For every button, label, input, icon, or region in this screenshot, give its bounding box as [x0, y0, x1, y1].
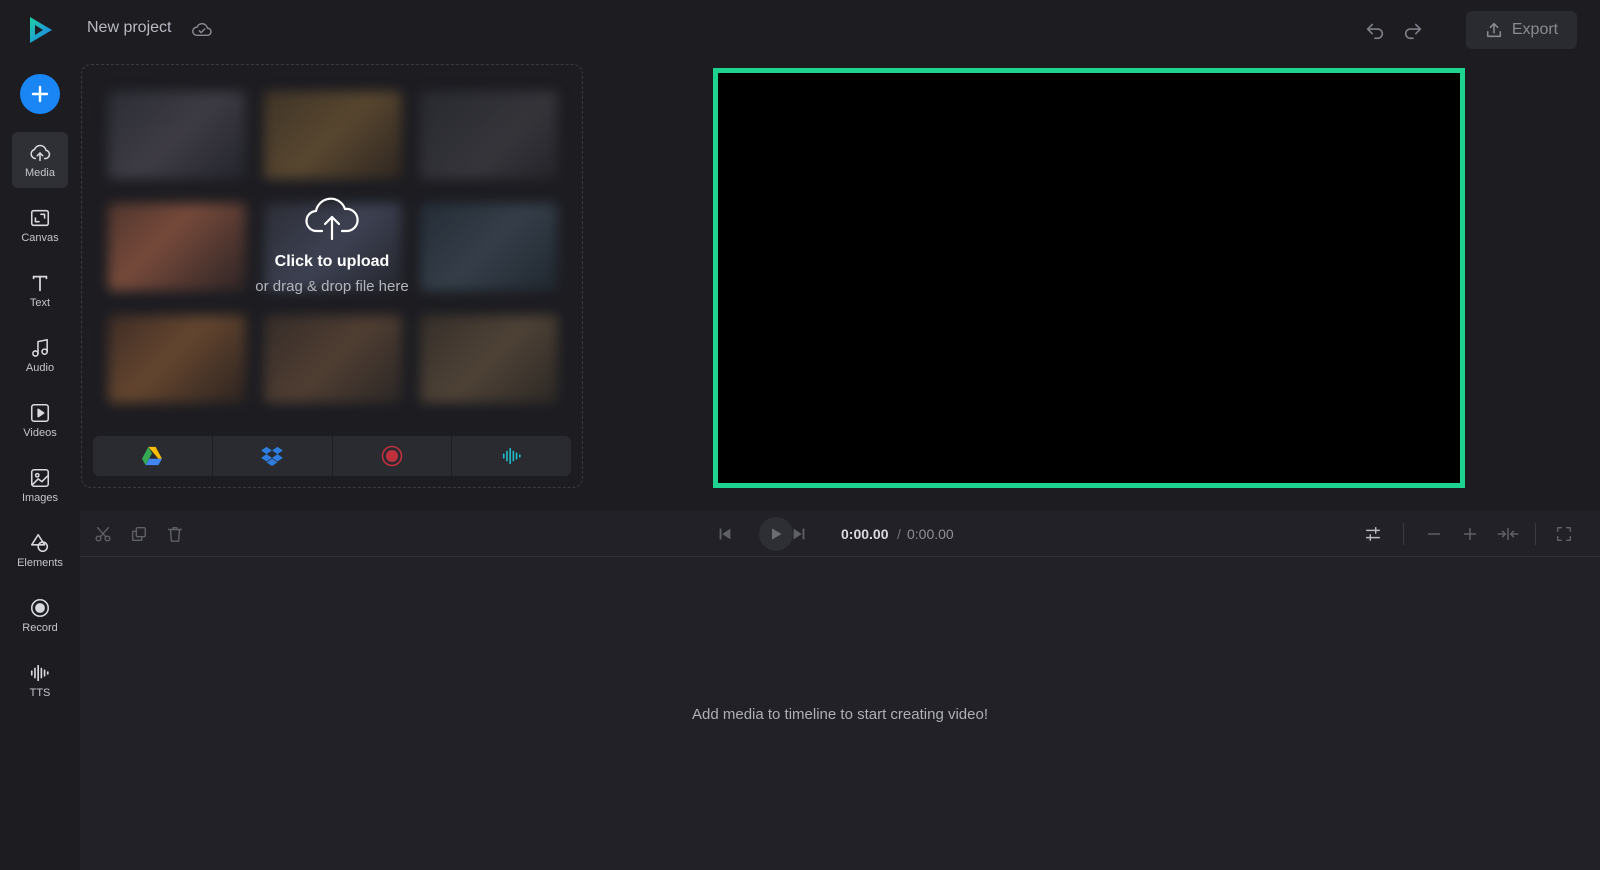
cut-icon[interactable]: [94, 525, 112, 543]
music-note-icon: [29, 337, 51, 359]
sidebar-item-videos[interactable]: Videos: [12, 392, 68, 448]
sidebar-item-label: Media: [25, 166, 55, 179]
sidebar-item-label: Elements: [17, 556, 63, 569]
sidebar-item-label: Videos: [23, 426, 57, 439]
sidebar-item-label: Record: [22, 621, 58, 634]
sidebar: Media Canvas Text Audio Videos Images El…: [0, 60, 80, 870]
google-drive-icon: [142, 446, 163, 466]
plus-icon: [31, 85, 49, 103]
video-preview-canvas[interactable]: [713, 68, 1465, 488]
sidebar-item-audio[interactable]: Audio: [12, 327, 68, 383]
upload-title: Click to upload: [274, 253, 390, 270]
skip-forward-icon[interactable]: [790, 525, 808, 543]
thumbnail: [108, 315, 246, 403]
sidebar-item-media[interactable]: Media: [12, 132, 68, 188]
timeline-toolbar: 0:00.00 / 0:00.00: [80, 511, 1600, 557]
toolbar-divider: [1403, 523, 1404, 545]
sidebar-item-label: Images: [21, 491, 59, 504]
sidebar-item-label: TTS: [29, 686, 51, 699]
text-icon: [29, 272, 51, 294]
sidebar-item-canvas[interactable]: Canvas: [12, 197, 68, 253]
time-separator: /: [897, 526, 901, 542]
thumbnail: [108, 91, 246, 179]
canvas-resize-icon: [29, 207, 51, 229]
fit-timeline-icon[interactable]: [1496, 525, 1520, 543]
sidebar-item-record[interactable]: Record: [12, 587, 68, 643]
zoom-in-icon[interactable]: [1461, 525, 1479, 543]
thumbnail: [420, 315, 558, 403]
fullscreen-icon[interactable]: [1555, 525, 1573, 543]
play-icon: [772, 528, 782, 540]
upload-subtitle: or drag & drop file here: [255, 278, 409, 295]
export-label: Export: [1511, 21, 1559, 38]
cloud-saved-icon: [191, 20, 213, 38]
app-logo-icon[interactable]: [24, 14, 56, 46]
image-icon: [29, 467, 51, 489]
sidebar-item-label: Text: [29, 296, 51, 309]
skip-back-icon[interactable]: [716, 525, 734, 543]
upload-sources-bar: [93, 436, 571, 476]
waveform-icon: [502, 447, 521, 465]
total-time: 0:00.00: [907, 526, 954, 542]
shapes-icon: [29, 532, 51, 554]
thumbnail: [420, 91, 558, 179]
add-button[interactable]: [20, 74, 60, 114]
dropbox-icon: [261, 446, 284, 466]
top-bar: New project Export: [0, 0, 1600, 60]
record-icon: [29, 597, 51, 619]
play-button[interactable]: [759, 517, 793, 551]
timeline-empty-message: Add media to timeline to start creating …: [692, 706, 988, 723]
delete-icon[interactable]: [166, 525, 184, 543]
upload-dropzone[interactable]: Click to upload or drag & drop file here: [81, 64, 583, 488]
sidebar-item-elements[interactable]: Elements: [12, 522, 68, 578]
sidebar-item-text[interactable]: Text: [12, 262, 68, 318]
export-upload-icon: [1485, 21, 1503, 39]
adjust-settings-icon[interactable]: [1364, 525, 1382, 543]
export-button[interactable]: Export: [1466, 11, 1577, 49]
sidebar-item-tts[interactable]: TTS: [12, 652, 68, 708]
sidebar-item-label: Canvas: [21, 231, 59, 244]
upload-prompt: Click to upload or drag & drop file here: [82, 193, 582, 295]
toolbar-divider: [1535, 523, 1536, 545]
timeline: 0:00.00 / 0:00.00 Add media to timeline …: [80, 511, 1600, 870]
cloud-upload-icon: [304, 193, 360, 241]
record-source-button[interactable]: [333, 436, 453, 476]
redo-icon[interactable]: [1402, 19, 1424, 41]
thumbnail: [264, 315, 402, 403]
sidebar-item-images[interactable]: Images: [12, 457, 68, 513]
audio-source-button[interactable]: [452, 436, 571, 476]
project-title[interactable]: New project: [87, 19, 171, 37]
dropbox-button[interactable]: [213, 436, 333, 476]
google-drive-button[interactable]: [93, 436, 213, 476]
current-time: 0:00.00: [841, 526, 889, 542]
record-icon: [381, 445, 403, 467]
zoom-out-icon[interactable]: [1425, 525, 1443, 543]
thumbnail: [264, 91, 402, 179]
video-play-icon: [29, 402, 51, 424]
undo-icon[interactable]: [1364, 19, 1386, 41]
upload-cloud-icon: [29, 142, 51, 164]
sidebar-item-label: Audio: [25, 361, 55, 374]
waveform-icon: [29, 662, 51, 684]
duplicate-icon[interactable]: [130, 525, 148, 543]
